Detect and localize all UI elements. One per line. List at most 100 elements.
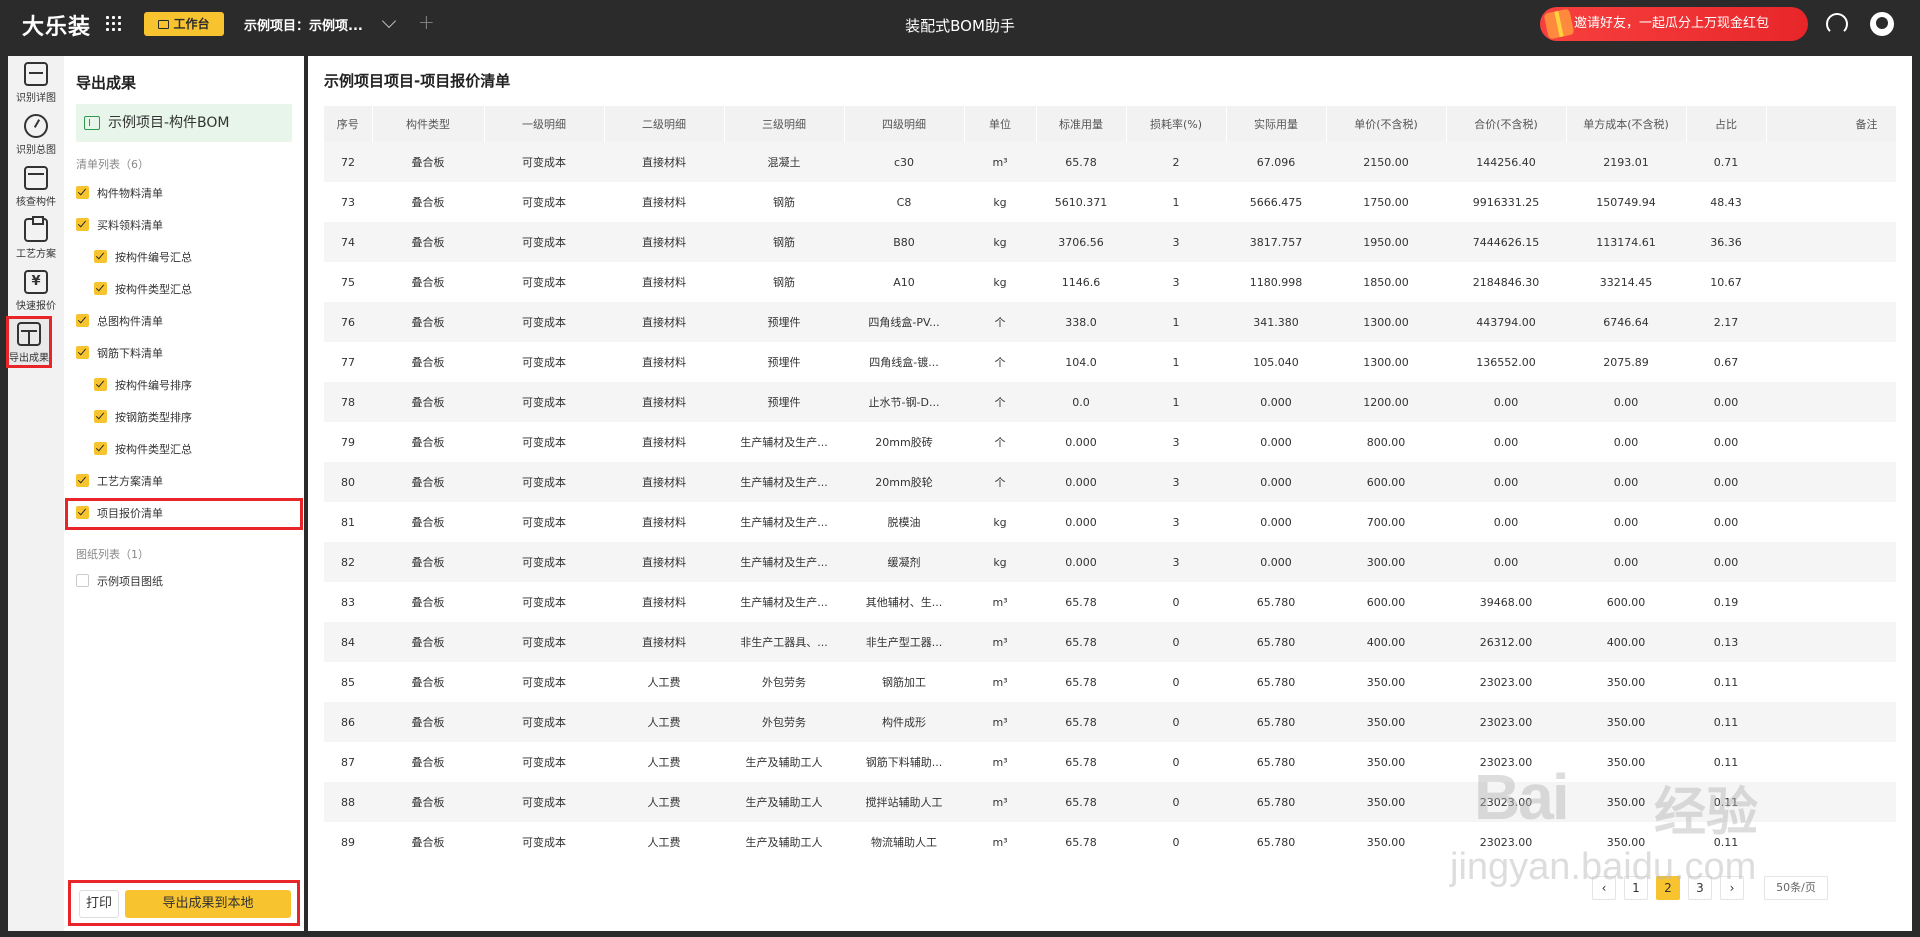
project-tab[interactable]: 示例项目：示例项... — [244, 15, 363, 34]
table-cell: 0.11 — [1686, 782, 1766, 822]
next-page-button[interactable]: › — [1720, 876, 1744, 900]
checklist-subitem[interactable]: 按构件编号排序 — [94, 374, 292, 398]
checkbox-checked-icon[interactable] — [76, 506, 89, 519]
checklist-item-quote[interactable]: 项目报价清单 — [65, 498, 303, 530]
checklist-subitem[interactable]: 按构件类型汇总 — [94, 278, 292, 302]
table-row[interactable]: 79 叠合板 可变成本 直接材料 生产辅材及生产... 20mm胶砖个 0.000 3 0.00… — [324, 422, 1896, 462]
rail-item-recognize-overview[interactable]: 识别总图 — [8, 108, 64, 168]
rail-item-recognize-detail[interactable]: 识别详图 — [8, 56, 64, 116]
table-cell: 65.78 — [1036, 782, 1126, 822]
rail-item-check-components[interactable]: 核查构件 — [8, 160, 64, 220]
avatar[interactable] — [1870, 12, 1894, 36]
table-row[interactable]: 77 叠合板 可变成本 直接材料 预埋件 四角线盒-镀... 个 104.0 1 105.040 1… — [324, 342, 1896, 382]
rail-item-quick-quote[interactable]: 快速报价 — [8, 264, 64, 324]
table-cell: 四角线盒-PV... — [844, 302, 964, 342]
table-cell: 直接材料 — [604, 142, 724, 182]
table-cell: 可变成本 — [484, 782, 604, 822]
table-cell: 0.000 — [1226, 422, 1326, 462]
checklist-item[interactable]: 工艺方案清单 — [76, 470, 292, 494]
table-row[interactable]: 78 叠合板 可变成本 直接材料 预埋件 止水节-钢-D... 个 0.0 1 0.000 1200… — [324, 382, 1896, 422]
table-cell: kg — [964, 262, 1036, 302]
table-cell: 20mm胶轮 — [844, 462, 964, 502]
table-cell: 26312.00 — [1446, 622, 1566, 662]
rail-label: 识别详图 — [16, 93, 56, 104]
app-logo[interactable]: 大乐装 — [22, 9, 91, 41]
checkbox-unchecked-icon[interactable] — [76, 574, 89, 587]
table-row[interactable]: 88 叠合板 可变成本 人工费 生产及辅助工人 搅拌站辅助人工 m³ 65.78 0 65.780… — [324, 782, 1896, 822]
chevron-down-icon[interactable] — [381, 13, 397, 29]
table-cell: 350.00 — [1326, 702, 1446, 742]
table-row[interactable]: 82 叠合板 可变成本 直接材料 生产辅材及生产... 缓凝剂 kg 0.000 3 0.000 3… — [324, 542, 1896, 582]
table-row[interactable]: 87 叠合板 可变成本 人工费 生产及辅助工人 钢筋下料辅助... m³ 65.78 0 65.7… — [324, 742, 1896, 782]
table-row[interactable]: 83 叠合板 可变成本 直接材料 生产辅材及生产... 其他辅材、生... m³ 65.78 0… — [324, 582, 1896, 622]
table-row[interactable]: 81 叠合板 可变成本 直接材料 生产辅材及生产... 脱模油 kg 0.000 3 0.000 7… — [324, 502, 1896, 542]
table-cell: 1 — [1126, 182, 1226, 222]
table-row[interactable]: 72 叠合板 可变成本 直接材料 混凝土 c30 m³ 65.78 2 67.096 2150.00… — [324, 142, 1896, 182]
workbench-button[interactable]: 工作台 — [144, 12, 224, 36]
checklist-label: 构件物料清单 — [97, 187, 163, 200]
checklist-subitem[interactable]: 按构件编号汇总 — [94, 246, 292, 270]
checklist-item[interactable]: 钢筋下料清单 — [76, 342, 292, 366]
headset-icon[interactable] — [1826, 13, 1848, 35]
table-cell: 0 — [1126, 782, 1226, 822]
prev-page-button[interactable]: ‹ — [1592, 876, 1616, 900]
list-section-label: 清单列表（6） — [76, 158, 149, 171]
table-cell: 0.00 — [1446, 462, 1566, 502]
checklist-item[interactable]: 买料领料清单 — [76, 214, 292, 238]
table-row[interactable]: 84 叠合板 可变成本 直接材料 非生产工器具、... 非生产型工器... m³ 65.78 0… — [324, 622, 1896, 662]
bom-file-item[interactable]: 示例项目-构件BOM — [76, 104, 292, 142]
checkbox-checked-icon[interactable] — [76, 186, 89, 199]
table-cell: 1146.6 — [1036, 262, 1126, 302]
table-row[interactable]: 75 叠合板 可变成本 直接材料 钢筋 A10 kg 1146.6 3 1180.998 1850.… — [324, 262, 1896, 302]
add-tab-icon[interactable]: + — [418, 10, 435, 34]
checklist-subitem[interactable]: 按钢筋类型排序 — [94, 406, 292, 430]
checkbox-checked-icon[interactable] — [94, 282, 107, 295]
gauge-icon — [24, 114, 48, 138]
table-row[interactable]: 74 叠合板 可变成本 直接材料 钢筋 B80 kg 3706.56 3 3817.757 1950… — [324, 222, 1896, 262]
checkbox-checked-icon[interactable] — [94, 378, 107, 391]
checkbox-checked-icon[interactable] — [76, 314, 89, 327]
table-row[interactable]: 80 叠合板 可变成本 直接材料 生产辅材及生产... 20mm胶轮个 0.000 3 0.00… — [324, 462, 1896, 502]
table-cell: 39468.00 — [1446, 582, 1566, 622]
drawing-item[interactable]: 示例项目图纸 — [76, 570, 292, 594]
table-cell: 0.000 — [1226, 382, 1326, 422]
checkbox-checked-icon[interactable] — [76, 218, 89, 231]
table-cell: 预埋件 — [724, 382, 844, 422]
table-cell: 钢筋 — [724, 222, 844, 262]
table-row[interactable]: 76 叠合板 可变成本 直接材料 预埋件 四角线盒-PV... 个 338.0 1 341.380… — [324, 302, 1896, 342]
checkbox-checked-icon[interactable] — [76, 346, 89, 359]
apps-grid-icon[interactable] — [106, 16, 122, 32]
table-row[interactable]: 89 叠合板 可变成本 人工费 生产及辅助工人 物流辅助人工 m³ 65.78 0 65.780 3… — [324, 822, 1896, 862]
table-cell: 33214.45 — [1566, 262, 1686, 302]
checklist-subitem[interactable]: 按构件类型汇总 — [94, 438, 292, 462]
print-button[interactable]: 打印 — [79, 890, 119, 918]
table-cell: m³ — [964, 782, 1036, 822]
rail-label: 核查构件 — [16, 197, 56, 208]
page-size-select[interactable]: 50条/页 — [1764, 876, 1828, 900]
page-button[interactable]: 3 — [1688, 876, 1712, 900]
table-cell — [1766, 342, 1896, 382]
page-button[interactable]: 1 — [1624, 876, 1648, 900]
rail-label: 识别总图 — [16, 145, 56, 156]
rail-item-process-plan[interactable]: 工艺方案 — [8, 212, 64, 272]
table-cell: 350.00 — [1566, 742, 1686, 782]
table-row[interactable]: 85 叠合板 可变成本 人工费 外包劳务 钢筋加工 m³ 65.78 0 65.780 350.00… — [324, 662, 1896, 702]
checklist-item[interactable]: 构件物料清单 — [76, 182, 292, 206]
table-cell: 65.78 — [1036, 662, 1126, 702]
export-local-button[interactable]: 导出成果到本地 — [125, 890, 291, 918]
table-cell: 65.78 — [1036, 622, 1126, 662]
invite-banner[interactable]: 邀请好友，一起瓜分上万现金红包 — [1540, 7, 1808, 41]
rail-item-export-results[interactable]: 导出成果 — [6, 316, 52, 368]
checkbox-checked-icon[interactable] — [94, 250, 107, 263]
table-row[interactable]: 86 叠合板 可变成本 人工费 外包劳务 构件成形 m³ 65.78 0 65.780 350.00… — [324, 702, 1896, 742]
checklist-item[interactable]: 总图构件清单 — [76, 310, 292, 334]
column-header: 三级明细 — [724, 106, 845, 142]
column-header: 损耗率(%) — [1126, 106, 1227, 142]
checkbox-checked-icon[interactable] — [94, 410, 107, 423]
checkbox-checked-icon[interactable] — [94, 442, 107, 455]
table-row[interactable]: 73 叠合板 可变成本 直接材料 钢筋 C8 kg 5610.371 1 5666.475 1750… — [324, 182, 1896, 222]
column-header: 合价(不含税) — [1446, 106, 1567, 142]
checkbox-checked-icon[interactable] — [76, 474, 89, 487]
table-cell: 89 — [324, 822, 372, 862]
page-button-current[interactable]: 2 — [1656, 876, 1680, 900]
